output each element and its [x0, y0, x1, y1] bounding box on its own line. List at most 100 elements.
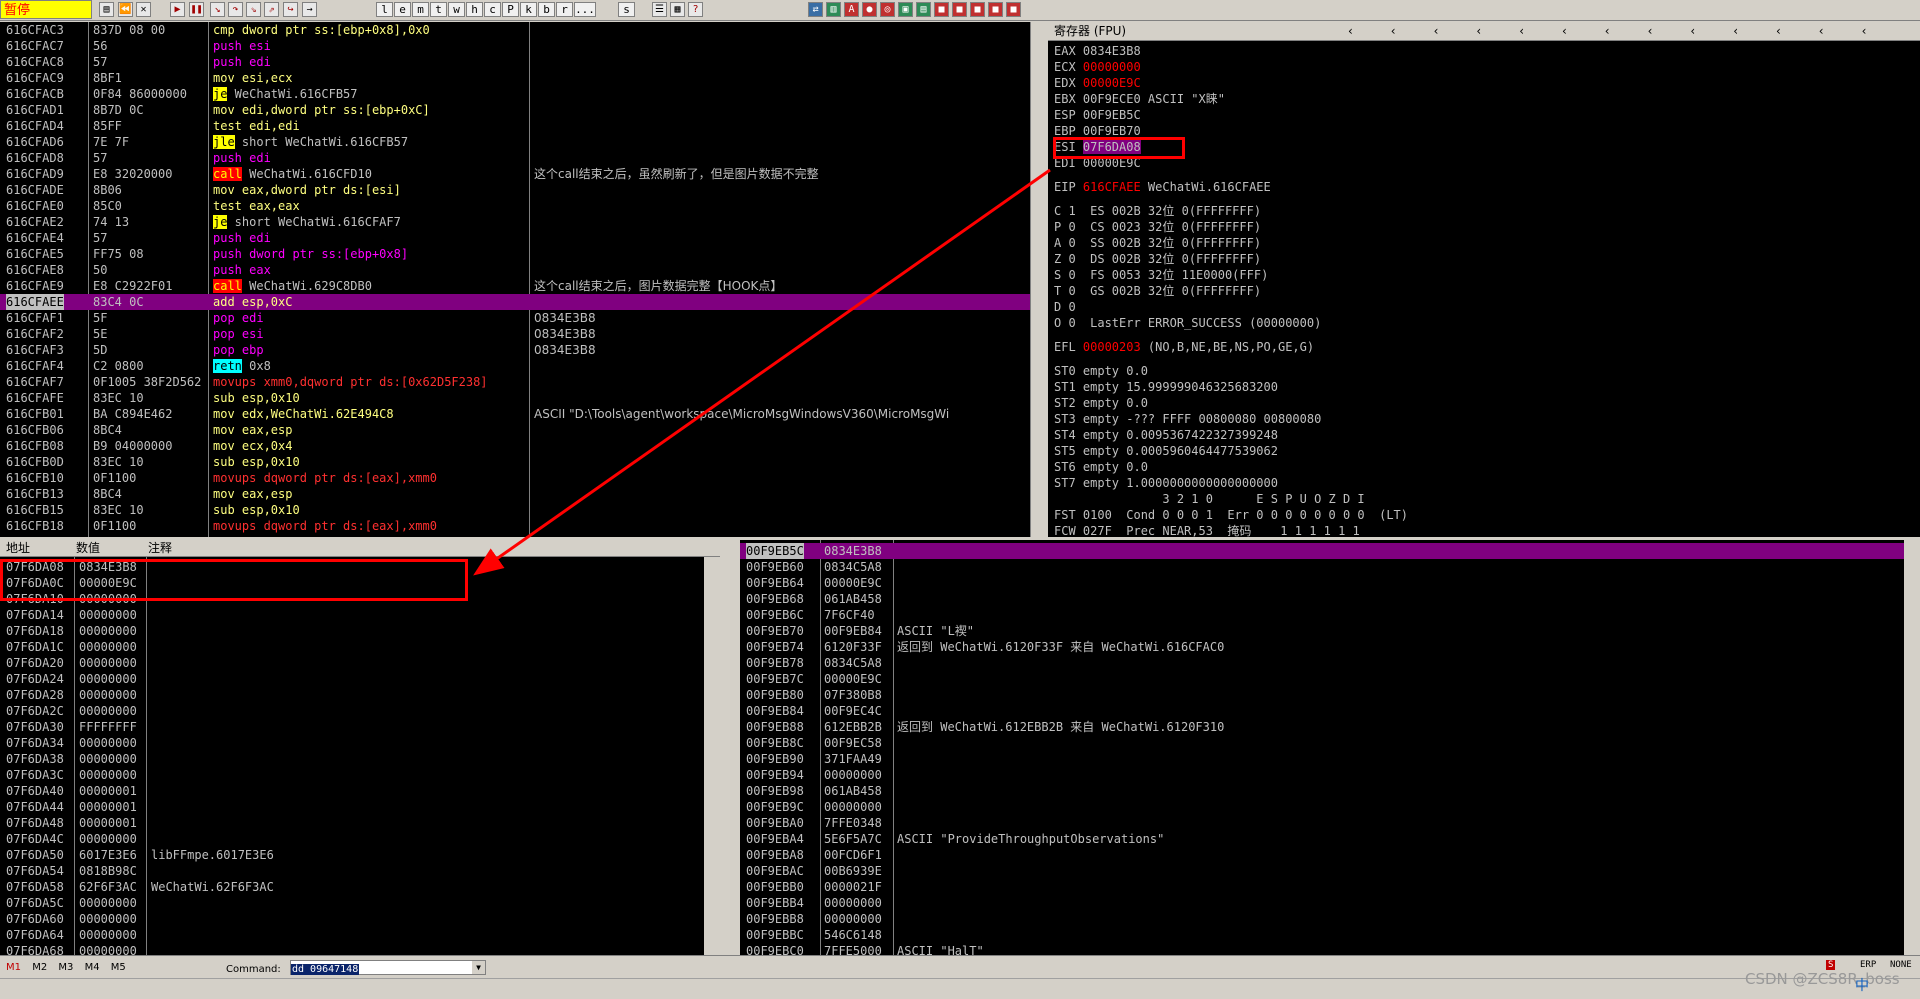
- stack-row[interactable]: 00F9EBA8 00FCD6F1: [740, 847, 1920, 863]
- disasm-row[interactable]: 616CFAF3 5D pop ebp 0834E3B8: [0, 342, 1030, 358]
- stack-row[interactable]: 00F9EBBC 546C6148: [740, 927, 1920, 943]
- memory-tab-m5[interactable]: M5: [111, 962, 126, 973]
- step-over-icon[interactable]: ↷: [228, 2, 243, 17]
- execute-till-return-icon[interactable]: ↪: [283, 2, 298, 17]
- close-icon[interactable]: ✕: [136, 2, 151, 17]
- dump-row[interactable]: 07F6DA44 00000001: [0, 799, 720, 815]
- register-line[interactable]: Z 0 DS 002B 32位 0(FFFFFFFF): [1048, 251, 1920, 267]
- disasm-row[interactable]: 616CFAC7 56 push esi: [0, 38, 1030, 54]
- register-line[interactable]: FST 0100 Cond 0 0 0 1 Err 0 0 0 0 0 0 0 …: [1048, 507, 1920, 523]
- register-line[interactable]: EFL 00000203 (NO,B,NE,BE,NS,PO,GE,G): [1048, 339, 1920, 355]
- plugin-icon-11[interactable]: ■: [988, 2, 1003, 17]
- stack-row[interactable]: 00F9EB70 00F9EB84 ASCII "L褉": [740, 623, 1920, 639]
- register-line[interactable]: T 0 GS 002B 32位 0(FFFFFFFF): [1048, 283, 1920, 299]
- disasm-row[interactable]: 616CFAD4 85FF test edi,edi: [0, 118, 1030, 134]
- disasm-row[interactable]: 616CFAE9 E8 C2922F01 call WeChatWi.629C8DB…: [0, 278, 1030, 294]
- dump-row[interactable]: 07F6DA1C 00000000: [0, 639, 720, 655]
- dump-row[interactable]: 07F6DA24 00000000: [0, 671, 720, 687]
- stack-row[interactable]: 00F9EB94 00000000: [740, 767, 1920, 783]
- stack-row[interactable]: 00F9EB5C 0834E3B8: [740, 543, 1920, 559]
- memory-tab-m3[interactable]: M3: [58, 962, 73, 973]
- plugin-icon-5[interactable]: ◎: [880, 2, 895, 17]
- help-icon[interactable]: ?: [688, 2, 703, 17]
- disasm-row[interactable]: 616CFAFE 83EC 10 sub esp,0x10: [0, 390, 1030, 406]
- disasm-row[interactable]: 616CFB08 B9 04000000 mov ecx,0x4: [0, 438, 1030, 454]
- dump-col-address[interactable]: 地址: [6, 540, 30, 556]
- register-line[interactable]: ST5 empty 0.0005960464477539062: [1048, 443, 1920, 459]
- dump-row[interactable]: 07F6DA30 FFFFFFFF: [0, 719, 720, 735]
- register-line[interactable]: C 1 ES 002B 32位 0(FFFFFFFF): [1048, 203, 1920, 219]
- disasm-row[interactable]: 616CFADE 8B06 mov eax,dword ptr ds:[esi]: [0, 182, 1030, 198]
- dump-scrollbar[interactable]: [704, 557, 720, 955]
- stack-row[interactable]: 00F9EB78 0834C5A8: [740, 655, 1920, 671]
- rewind-icon[interactable]: ⏪: [118, 2, 133, 17]
- stack-row[interactable]: 00F9EB68 061AB458: [740, 591, 1920, 607]
- memory-tab-m1[interactable]: M1: [6, 962, 21, 973]
- toolbar-letter-dots[interactable]: ...: [574, 2, 596, 17]
- dump-row[interactable]: 07F6DA4C 00000000: [0, 831, 720, 847]
- stack-scrollbar[interactable]: [1904, 540, 1920, 955]
- disasm-row[interactable]: 616CFB18 0F1100 movups dqword ptr ds:[eax]…: [0, 518, 1030, 534]
- stack-row[interactable]: 00F9EBB8 00000000: [740, 911, 1920, 927]
- register-line[interactable]: 3 2 1 0 E S P U O Z D I: [1048, 491, 1920, 507]
- register-line[interactable]: ST6 empty 0.0: [1048, 459, 1920, 475]
- disasm-row[interactable]: 616CFAE2 74 13 je short WeChatWi.616CFAF7: [0, 214, 1030, 230]
- stack-row[interactable]: 00F9EB60 0834C5A8: [740, 559, 1920, 575]
- stack-row[interactable]: 00F9EB74 6120F33F 返回到 WeChatWi.6120F33F 来自…: [740, 639, 1920, 655]
- register-line[interactable]: [1048, 355, 1920, 363]
- toolbar-letter-p[interactable]: P: [502, 2, 519, 17]
- chevron-down-icon[interactable]: ▼: [472, 961, 485, 974]
- toolbar-letter-w[interactable]: w: [448, 2, 465, 17]
- registers-pane[interactable]: 寄存器 (FPU) ‹‹‹‹‹‹‹‹‹‹‹‹‹ EAX 0834E3B8 ECX …: [1048, 22, 1920, 538]
- plugin-icon-10[interactable]: ■: [970, 2, 985, 17]
- register-line[interactable]: ST0 empty 0.0: [1048, 363, 1920, 379]
- disasm-row[interactable]: 616CFAD8 57 push edi: [0, 150, 1030, 166]
- pause-icon[interactable]: ❚❚: [189, 2, 204, 17]
- plugin-icon-8[interactable]: ■: [934, 2, 949, 17]
- disasm-row[interactable]: 616CFB13 8BC4 mov eax,esp: [0, 486, 1030, 502]
- stack-row[interactable]: 00F9EBB0 0000021F: [740, 879, 1920, 895]
- stack-row[interactable]: 00F9EB9C 00000000: [740, 799, 1920, 815]
- disassembly-pane[interactable]: 616CFAC3 837D 08 00 cmp dword ptr ss:[ebp+…: [0, 22, 1030, 537]
- goto-icon[interactable]: →: [302, 2, 317, 17]
- register-line[interactable]: EBX 00F9ECE0 ASCII "X睐": [1048, 91, 1920, 107]
- dump-row[interactable]: 07F6DA18 00000000: [0, 623, 720, 639]
- register-line[interactable]: ST3 empty -??? FFFF 00800080 00800080: [1048, 411, 1920, 427]
- dump-row[interactable]: 07F6DA40 00000001: [0, 783, 720, 799]
- register-line[interactable]: ECX 00000000: [1048, 59, 1920, 75]
- register-line[interactable]: ST4 empty 0.0095367422327399248: [1048, 427, 1920, 443]
- stack-row[interactable]: 00F9EB90 371FAA49: [740, 751, 1920, 767]
- stack-row[interactable]: 00F9EB84 00F9EC4C: [740, 703, 1920, 719]
- run-icon[interactable]: ▶: [170, 2, 185, 17]
- dump-row[interactable]: 07F6DA28 00000000: [0, 687, 720, 703]
- disasm-row[interactable]: 616CFAC9 8BF1 mov esi,ecx: [0, 70, 1030, 86]
- dump-row[interactable]: 07F6DA3C 00000000: [0, 767, 720, 783]
- dump-row[interactable]: 07F6DA50 6017E3E6 libFFmpe.6017E3E6: [0, 847, 720, 863]
- register-line[interactable]: EAX 0834E3B8: [1048, 43, 1920, 59]
- disasm-row[interactable]: 616CFAC3 837D 08 00 cmp dword ptr ss:[ebp+…: [0, 22, 1030, 38]
- toolbar-letter-h[interactable]: h: [466, 2, 483, 17]
- register-line[interactable]: EIP 616CFAEE WeChatWi.616CFAEE: [1048, 179, 1920, 195]
- disasm-row[interactable]: 616CFB15 83EC 10 sub esp,0x10: [0, 502, 1030, 518]
- command-input[interactable]: dd 09647148 ▼: [290, 960, 486, 975]
- disasm-row[interactable]: 616CFAE8 50 push eax: [0, 262, 1030, 278]
- plugin-icon-12[interactable]: ■: [1006, 2, 1021, 17]
- disasm-row[interactable]: 616CFAE4 57 push edi: [0, 230, 1030, 246]
- stack-row[interactable]: 00F9EB8C 00F9EC58: [740, 735, 1920, 751]
- disasm-row[interactable]: 616CFAEE 83C4 0C add esp,0xC: [0, 294, 1030, 310]
- list-icon[interactable]: ☰: [652, 2, 667, 17]
- disasm-row[interactable]: 616CFB0D 83EC 10 sub esp,0x10: [0, 454, 1030, 470]
- plugin-icon-2[interactable]: ▥: [826, 2, 841, 17]
- register-line[interactable]: ST2 empty 0.0: [1048, 395, 1920, 411]
- dump-row[interactable]: 07F6DA64 00000000: [0, 927, 720, 943]
- stack-row[interactable]: 00F9EBA4 5E6F5A7C ASCII "ProvideThroughput…: [740, 831, 1920, 847]
- dump-row[interactable]: 07F6DA20 00000000: [0, 655, 720, 671]
- plugin-icon-1[interactable]: ⇄: [808, 2, 823, 17]
- ime-indicator[interactable]: 中: [1855, 975, 1869, 995]
- register-line[interactable]: [1048, 195, 1920, 203]
- disasm-row[interactable]: 616CFAF1 5F pop edi 0834E3B8: [0, 310, 1030, 326]
- disasm-row[interactable]: 616CFB06 8BC4 mov eax,esp: [0, 422, 1030, 438]
- disasm-row[interactable]: 616CFAD1 8B7D 0C mov edi,dword ptr ss:[ebp…: [0, 102, 1030, 118]
- register-line[interactable]: P 0 CS 0023 32位 0(FFFFFFFF): [1048, 219, 1920, 235]
- dump-row[interactable]: 07F6DA5C 00000000: [0, 895, 720, 911]
